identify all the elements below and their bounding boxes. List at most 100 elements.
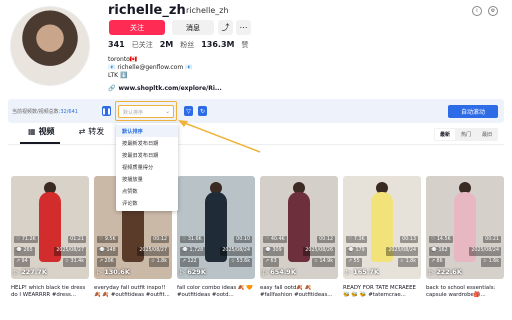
- score-stat: ☆ 1.8k: [148, 258, 169, 267]
- post-date: 2025/08/26: [303, 247, 335, 256]
- sort-select[interactable]: 默认排序 ⌄: [118, 105, 174, 118]
- sort-tab-popular[interactable]: 热门: [456, 129, 476, 140]
- play-count: ▷ 222.6K: [429, 268, 462, 276]
- meta-bar: ♡ 40.4K 00:12: [260, 236, 338, 246]
- video-caption[interactable]: easy fall ootd🍂 🍂 #fallfashion #outfitid…: [260, 285, 338, 301]
- pause-icon[interactable]: ❚❚: [101, 106, 112, 116]
- video-card[interactable]: ♡ 7.3K 00:13 💬 179 2025/08/24 ↗ 55 ☆ 1.8…: [343, 176, 421, 301]
- more-icon[interactable]: ⋯: [236, 20, 251, 35]
- duration: 01:21: [68, 236, 86, 243]
- grid-icon: ▦: [28, 127, 36, 136]
- info-icon[interactable]: i: [472, 6, 482, 16]
- duration: 00:13: [400, 236, 418, 243]
- video-thumbnail[interactable]: ♡ 40.4K 00:12 💬 309 2025/08/26 ↗ 63 ☆ 14…: [260, 176, 338, 279]
- repost-icon: ⇄: [78, 127, 86, 136]
- dropdown-option[interactable]: 按最新发布日期: [116, 137, 178, 149]
- comments-stat: 💬 1,728: [180, 247, 206, 256]
- meta-row: 💬 162 2025/08/24: [426, 247, 504, 256]
- comments-stat: 💬 309: [263, 247, 284, 256]
- top-icons: i ⚙: [472, 6, 498, 16]
- avatar[interactable]: [10, 6, 90, 86]
- toolbar: 当前视频数/视频总数:32/641 ❚❚ ▽ ↻: [8, 99, 504, 123]
- video-caption[interactable]: READY FOR TATE MCRAEEE 🐝 🐝 🐝 #tatemcrae.…: [343, 285, 421, 301]
- shares-stat: ↗ 55: [346, 258, 362, 267]
- dropdown-option[interactable]: 点赞数: [116, 185, 178, 197]
- meta-bar: ♡ 14.5K 00:21: [426, 236, 504, 246]
- likes-stat: ♡ 14.5K: [429, 236, 453, 243]
- play-count: ▷ 130.6K: [97, 268, 130, 276]
- meta-row: 💬 265 2025/08/27: [11, 247, 89, 256]
- bio-line: toronto🇨🇦: [108, 56, 138, 63]
- tab-reposts[interactable]: ⇄ 转发: [79, 126, 105, 137]
- post-date: 2025/08/27: [54, 247, 86, 256]
- sort-select-value: 默认排序: [123, 110, 144, 116]
- filter-icon[interactable]: ▽: [184, 106, 193, 116]
- play-count: ▷ 629K: [180, 268, 206, 276]
- video-caption[interactable]: HELP! which black tie dress do I WEARRRR…: [11, 285, 89, 301]
- video-card[interactable]: ♡ 31.6K 00:10 💬 1,728 2025/08/24 ↗ 122 ☆…: [177, 176, 255, 301]
- share-icon[interactable]: ⤴: [218, 20, 233, 35]
- post-date: 2025/08/24: [469, 247, 501, 256]
- bio-line: 📧 richelle@genflow.com 📧: [108, 64, 193, 71]
- link-icon: 🔗: [108, 85, 116, 92]
- meta-row: ↗ 94 ☆ 31.4k: [11, 258, 89, 267]
- meta-row: 💬 148 2025/08/27: [94, 247, 172, 256]
- video-thumbnail[interactable]: ♡ 14.5K 00:21 💬 162 2025/08/24 ↗ 86 ☆ 1.…: [426, 176, 504, 279]
- message-button[interactable]: 消息: [172, 20, 214, 35]
- likes-label: 赞: [241, 41, 249, 49]
- comments-stat: 💬 162: [429, 247, 450, 256]
- sort-tab-oldest[interactable]: 最旧: [477, 129, 497, 140]
- shares-stat: ↗ 206: [97, 258, 116, 267]
- likes-count: 136.3M: [201, 40, 235, 49]
- settings-icon[interactable]: ⚙: [488, 6, 498, 16]
- profile-link-text[interactable]: www.shopltk.com/explore/Ri...: [118, 85, 221, 92]
- video-caption[interactable]: back to school essentials: capsule wardr…: [426, 285, 504, 301]
- meta-row: ↗ 206 ☆ 1.8k: [94, 258, 172, 267]
- video-card[interactable]: ♡ 40.4K 00:12 💬 309 2025/08/26 ↗ 63 ☆ 14…: [260, 176, 338, 301]
- following-count: 341: [108, 40, 125, 49]
- bio-line: LTK ⬇️: [108, 72, 128, 79]
- dropdown-option[interactable]: 按最旧发布日期: [116, 149, 178, 161]
- duration: 00:10: [234, 236, 252, 243]
- bio: toronto🇨🇦 📧 richelle@genflow.com 📧 LTK ⬇…: [108, 56, 193, 80]
- video-thumbnail[interactable]: ♡ 31.6K 00:10 💬 1,728 2025/08/24 ↗ 122 ☆…: [177, 176, 255, 279]
- followers-label: 粉丝: [180, 41, 195, 49]
- play-count: ▷ 165.7K: [346, 268, 379, 276]
- score-stat: ☆ 1.8k: [397, 258, 418, 267]
- video-caption[interactable]: everyday fall outfit inspo!!🍂 🍂 #outfiti…: [94, 285, 172, 301]
- video-caption[interactable]: fall color combo ideas 🍂 🧡 #outfitideas …: [177, 285, 255, 301]
- likes-stat: ♡ 9.5K: [97, 236, 118, 243]
- tab-videos[interactable]: ▦ 视频: [28, 126, 55, 137]
- stats: 341 已关注 2M 粉丝 136.3M 赞: [108, 40, 249, 50]
- dropdown-option[interactable]: 视频质量得分: [116, 161, 178, 173]
- meta-bar: ♡ 31.6K 00:10: [177, 236, 255, 246]
- video-thumbnail[interactable]: ♡ 7.3K 00:13 💬 179 2025/08/24 ↗ 55 ☆ 1.8…: [343, 176, 421, 279]
- comments-stat: 💬 179: [346, 247, 367, 256]
- content-tabs: ▦ 视频 ⇄ 转发: [28, 126, 104, 137]
- video-card[interactable]: ♡ 71.2K 01:21 💬 265 2025/08/27 ↗ 94 ☆ 31…: [11, 176, 89, 301]
- video-thumbnail[interactable]: ♡ 71.2K 01:21 💬 265 2025/08/27 ↗ 94 ☆ 31…: [11, 176, 89, 279]
- duration: 00:12: [151, 236, 169, 243]
- shares-stat: ↗ 86: [429, 258, 445, 267]
- duration: 00:12: [317, 236, 335, 243]
- auto-scroll-button[interactable]: 自动滚动: [448, 105, 498, 118]
- video-card[interactable]: ♡ 14.5K 00:21 💬 162 2025/08/24 ↗ 86 ☆ 1.…: [426, 176, 504, 301]
- meta-bar: ♡ 71.2K 01:21: [11, 236, 89, 246]
- comments-stat: 💬 265: [14, 247, 35, 256]
- dropdown-option[interactable]: 按播放量: [116, 173, 178, 185]
- video-count: 当前视频数/视频总数:32/641: [12, 109, 78, 115]
- sort-tab-latest[interactable]: 最新: [434, 129, 455, 140]
- sort-tabs: 最新 热门 最旧: [433, 128, 498, 141]
- meta-row: 💬 1,728 2025/08/24: [177, 247, 255, 256]
- refresh-icon[interactable]: ↻: [198, 106, 207, 116]
- username: richelle_zh: [108, 3, 186, 18]
- sort-dropdown: 默认排序 按最新发布日期 按最旧发布日期 视频质量得分 按播放量 点赞数 评论数: [116, 123, 178, 211]
- dropdown-option[interactable]: 默认排序: [116, 125, 178, 137]
- shares-stat: ↗ 63: [263, 258, 279, 267]
- dropdown-option[interactable]: 评论数: [116, 197, 178, 209]
- follow-button[interactable]: 关注: [109, 20, 165, 35]
- score-stat: ☆ 53.6k: [228, 258, 252, 267]
- profile-link[interactable]: 🔗 www.shopltk.com/explore/Ri...: [108, 85, 222, 92]
- comments-stat: 💬 148: [97, 247, 118, 256]
- page: i ⚙ richelle_zh richelle_zh 关注 消息 ⤴ ⋯ 34…: [0, 0, 512, 320]
